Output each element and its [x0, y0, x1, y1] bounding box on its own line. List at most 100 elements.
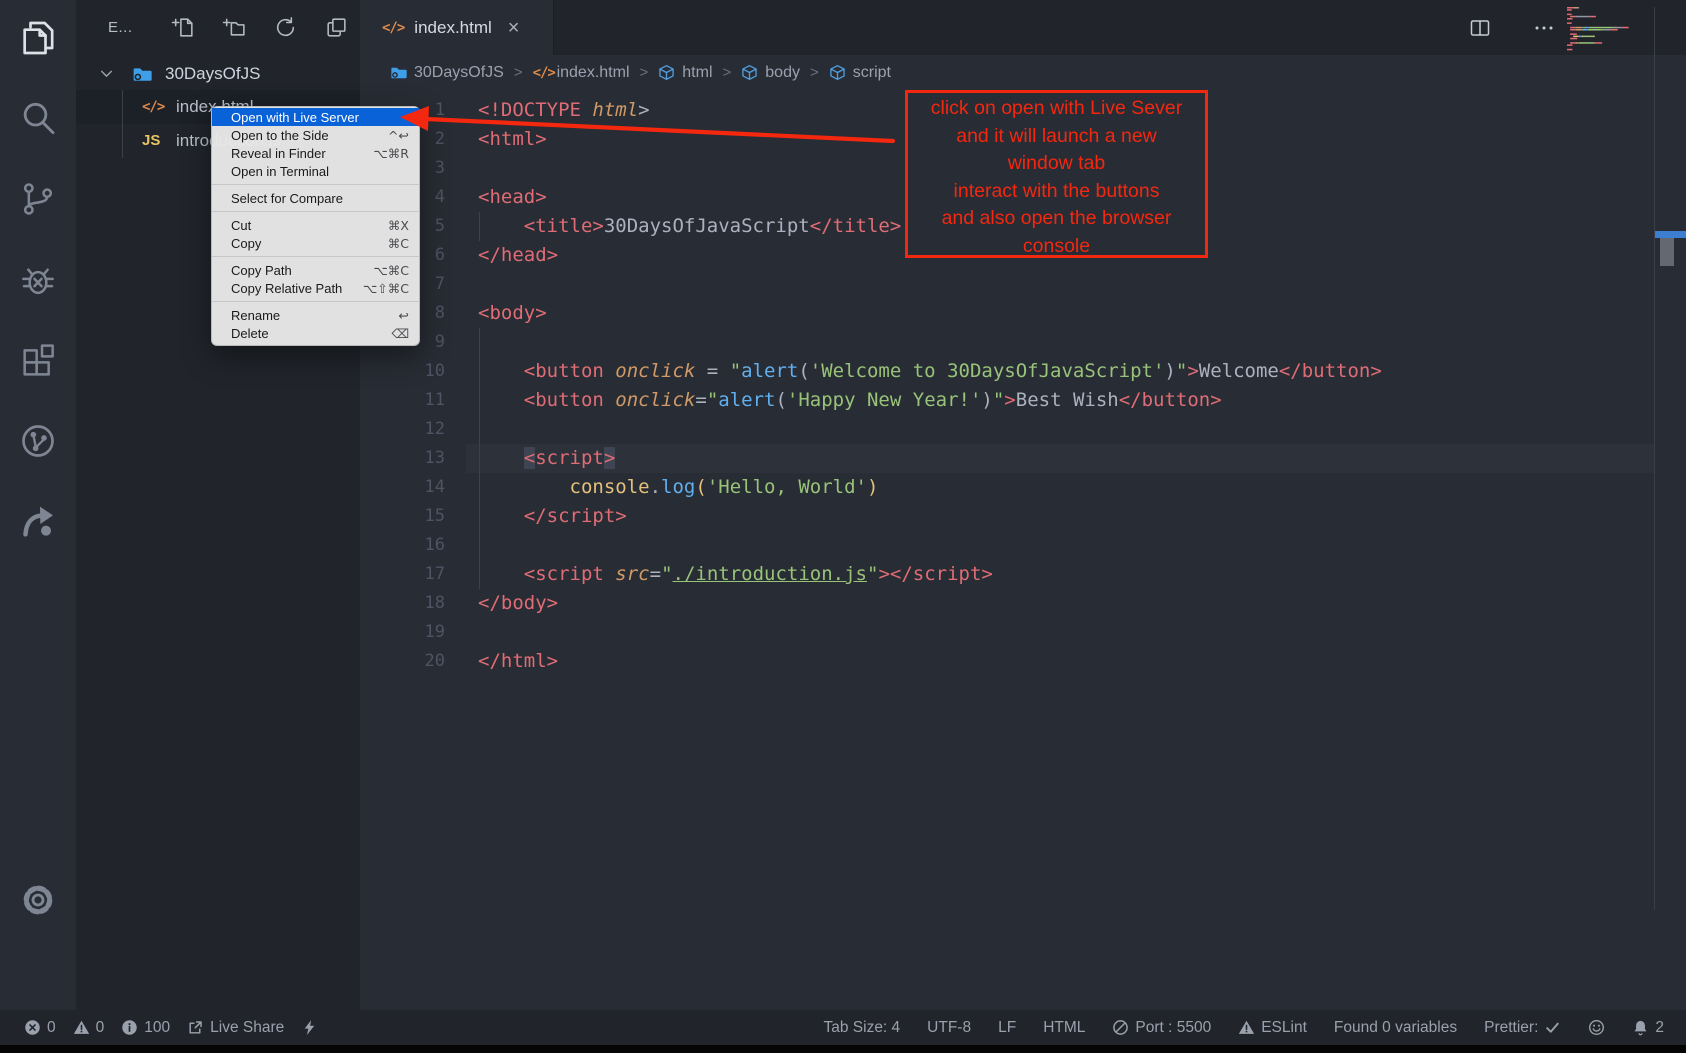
status-item-found-0-variables[interactable]: Found 0 variables — [1334, 1019, 1457, 1037]
activity-item-files[interactable] — [18, 18, 58, 58]
code-line-11[interactable]: 11 <button onclick="alert('Happy New Yea… — [360, 386, 1686, 415]
breadcrumb-separator: > — [800, 64, 829, 81]
code-line-19[interactable]: 19 — [360, 618, 1686, 647]
code-line-13[interactable]: 13 <script> — [360, 444, 1686, 473]
menu-item-open-in-terminal[interactable]: Open in Terminal — [212, 162, 419, 180]
status-item-zap[interactable] — [301, 1019, 318, 1036]
status-item-port-5500[interactable]: Port : 5500 — [1112, 1019, 1211, 1037]
code-line-12[interactable]: 12 — [360, 415, 1686, 444]
status-item-html[interactable]: HTML — [1043, 1019, 1085, 1037]
refresh-button[interactable] — [273, 15, 298, 40]
status-item-tab-size-4[interactable]: Tab Size: 4 — [823, 1019, 900, 1037]
menu-item-open-to-the-side[interactable]: Open to the Side^↩ — [212, 126, 419, 144]
status-item-smiley[interactable] — [1588, 1019, 1605, 1036]
code-line-20[interactable]: 20</html> — [360, 647, 1686, 676]
split-editor-button[interactable] — [1468, 16, 1492, 40]
activity-item-debug[interactable] — [18, 260, 58, 300]
status-label: LF — [998, 1019, 1016, 1037]
more-icon — [1532, 16, 1556, 40]
menu-item-open-with-live-server[interactable]: Open with Live Server — [212, 108, 419, 126]
menu-item-rename[interactable]: Rename↩ — [212, 306, 419, 324]
folder-label: 30DaysOfJS — [165, 64, 260, 84]
new-folder-icon — [222, 15, 247, 40]
menu-item-copy[interactable]: Copy⌘C — [212, 234, 419, 252]
code-text: console.log('Hello, World') — [466, 473, 1654, 502]
activity-item-gear[interactable] — [18, 880, 58, 920]
menu-item-cut[interactable]: Cut⌘X — [212, 216, 419, 234]
status-item-eslint[interactable]: ESLint — [1238, 1019, 1307, 1037]
code-token: " — [730, 360, 741, 382]
code-token: . — [650, 476, 661, 498]
menu-item-copy-path[interactable]: Copy Path⌥⌘C — [212, 261, 419, 279]
minimap[interactable] — [1564, 5, 1654, 53]
status-item-live-share[interactable]: Live Share — [187, 1019, 284, 1037]
collapse-all-icon — [324, 15, 349, 40]
code-text — [466, 531, 1654, 560]
status-label: Found 0 variables — [1334, 1019, 1457, 1037]
html-file-icon: </> — [382, 20, 404, 36]
new-file-button[interactable] — [171, 15, 196, 40]
status-label: 100 — [144, 1019, 170, 1037]
chevron-down-icon — [98, 65, 115, 82]
code-line-17[interactable]: 17 <script src="./introduction.js"></scr… — [360, 560, 1686, 589]
code-line-18[interactable]: 18</body> — [360, 589, 1686, 618]
line-number: 11 — [360, 386, 445, 415]
breadcrumb-item-body[interactable]: body — [741, 64, 800, 82]
status-item-2[interactable]: 2 — [1632, 1019, 1664, 1037]
line-number: 14 — [360, 473, 445, 502]
breadcrumb-item-30DaysOfJS[interactable]: 30DaysOfJS — [390, 64, 504, 82]
tree-indent-guide — [122, 90, 123, 158]
activity-item-source-control[interactable] — [18, 179, 58, 219]
code-token: <button — [524, 360, 604, 382]
code-token: ) — [1164, 360, 1175, 382]
remote-icon — [18, 421, 58, 461]
status-item-utf-8[interactable]: UTF-8 — [927, 1019, 971, 1037]
code-line-15[interactable]: 15 </script> — [360, 502, 1686, 531]
breadcrumb-item-index.html[interactable]: </>index.html — [533, 64, 630, 82]
code-token — [478, 389, 524, 411]
code-token: </html> — [478, 650, 558, 672]
activity-item-search[interactable] — [18, 98, 58, 138]
breadcrumb-item-html[interactable]: html — [658, 64, 712, 82]
menu-item-delete[interactable]: Delete⌫ — [212, 324, 419, 342]
collapse-all-button[interactable] — [324, 15, 349, 40]
code-line-9[interactable]: 9 — [360, 328, 1686, 357]
code-token: src — [604, 563, 650, 585]
activity-item-live-share[interactable] — [18, 501, 58, 541]
menu-item-select-for-compare[interactable]: Select for Compare — [212, 189, 419, 207]
menu-item-reveal-in-finder[interactable]: Reveal in Finder⌥⌘R — [212, 144, 419, 162]
code-line-7[interactable]: 7 — [360, 270, 1686, 299]
menu-separator — [212, 211, 419, 212]
code-token: " — [993, 389, 1004, 411]
code-text: </script> — [466, 502, 1654, 531]
code-line-8[interactable]: 8<body> — [360, 299, 1686, 328]
activity-item-extensions[interactable] — [18, 341, 58, 381]
code-text: <script> — [466, 444, 1654, 473]
status-item-0[interactable]: 0 — [24, 1019, 56, 1037]
status-item-prettier-[interactable]: Prettier: — [1484, 1019, 1561, 1037]
explorer-actions — [171, 15, 349, 40]
tab-label: index.html — [414, 18, 491, 38]
code-line-16[interactable]: 16 — [360, 531, 1686, 560]
status-item-0[interactable]: 0 — [73, 1019, 105, 1037]
code-line-10[interactable]: 10 <button onclick = "alert('Welcome to … — [360, 357, 1686, 386]
code-token: html — [581, 99, 638, 121]
code-token: ) — [981, 389, 992, 411]
tree-item-folder[interactable]: 30DaysOfJS — [76, 57, 360, 90]
breadcrumb-item-script[interactable]: script — [829, 64, 891, 82]
status-item-lf[interactable]: LF — [998, 1019, 1016, 1037]
bell-icon — [1632, 1019, 1649, 1036]
menu-item-copy-relative-path[interactable]: Copy Relative Path⌥⇧⌘C — [212, 279, 419, 297]
code-line-14[interactable]: 14 console.log('Hello, World') — [360, 473, 1686, 502]
window-bottom-edge — [0, 1045, 1686, 1053]
status-item-100[interactable]: 100 — [121, 1019, 170, 1037]
tab-index-html[interactable]: </> index.html × — [360, 0, 554, 55]
menu-item-shortcut: ⌥⇧⌘C — [363, 281, 409, 296]
scrollbar-thumb[interactable] — [1660, 238, 1674, 266]
more-button[interactable] — [1532, 16, 1556, 40]
new-folder-button[interactable] — [222, 15, 247, 40]
activity-item-remote[interactable] — [18, 421, 58, 461]
annotation-line: interact with the buttons — [908, 178, 1205, 206]
close-icon[interactable]: × — [508, 18, 520, 38]
code-token: <title> — [524, 215, 604, 237]
